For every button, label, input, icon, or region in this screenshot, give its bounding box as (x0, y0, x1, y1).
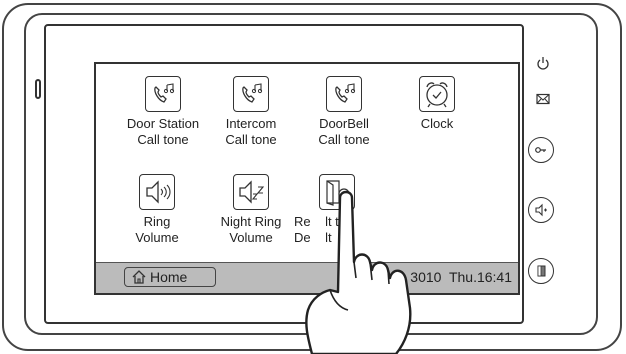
intercom-icon (535, 203, 547, 217)
intercom-button[interactable] (528, 197, 554, 223)
power-icon[interactable] (536, 56, 550, 70)
menu-item-label: Ring Volume (135, 214, 179, 245)
menu-item-label: Intercom Call tone (225, 116, 277, 147)
menu-item-door-station-call-tone[interactable]: Door Station Call tone (118, 76, 208, 148)
mail-icon[interactable] (536, 92, 550, 106)
menu-item-label: Door Station Call tone (126, 116, 200, 147)
home-button[interactable]: Home (124, 267, 216, 287)
home-label: Home (150, 269, 188, 285)
phone-note-icon (233, 76, 269, 112)
pointing-hand-illustration (305, 190, 412, 354)
phone-note-icon (145, 76, 181, 112)
unlock-key-icon (535, 147, 546, 153)
speaker-icon (139, 174, 175, 210)
menu-item-night-ring-volume[interactable]: Night Ring Volume (206, 174, 296, 246)
door-button[interactable] (528, 258, 554, 284)
alarm-clock-icon (419, 76, 455, 112)
phone-note-icon (326, 76, 362, 112)
menu-item-ring-volume[interactable]: Ring Volume (112, 174, 202, 246)
door-icon (537, 265, 546, 277)
menu-item-clock[interactable]: Clock (392, 76, 482, 132)
menu-item-doorbell-call-tone[interactable]: DoorBell Call tone (299, 76, 389, 148)
unlock-button[interactable] (528, 137, 554, 163)
menu-item-intercom-call-tone[interactable]: Intercom Call tone (206, 76, 296, 148)
menu-item-label: Clock (420, 116, 454, 131)
home-icon (132, 270, 146, 284)
speaker-zz-icon (233, 174, 269, 210)
menu-item-label: DoorBell Call tone (318, 116, 370, 147)
camera-lens (35, 79, 41, 99)
menu-item-label: Night Ring Volume (220, 214, 282, 245)
